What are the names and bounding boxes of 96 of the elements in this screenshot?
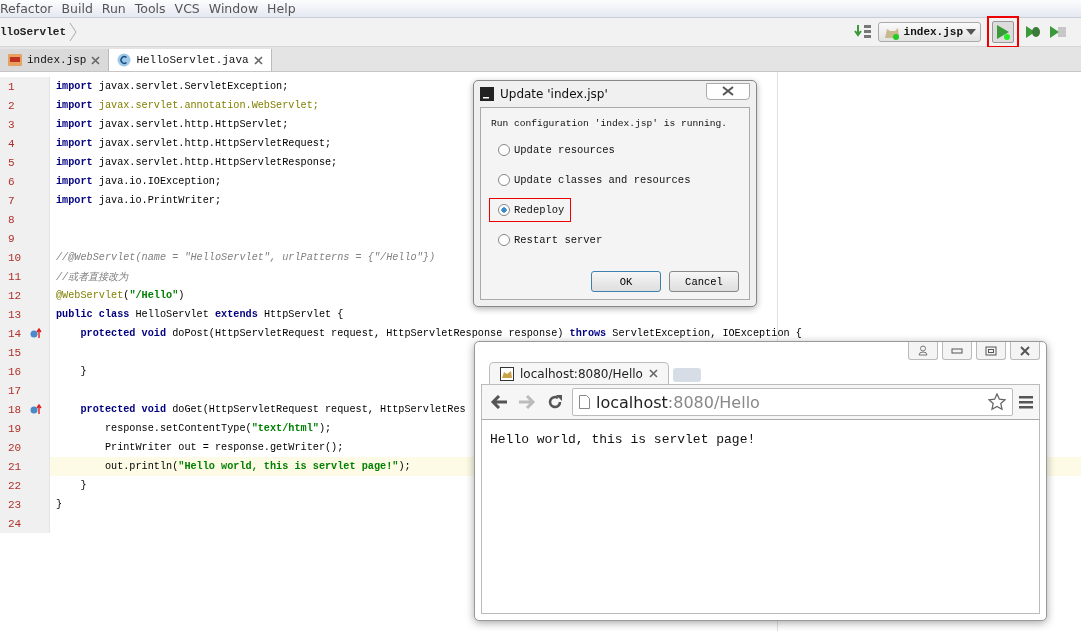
ok-button[interactable]: OK: [591, 271, 661, 292]
line-number: 12: [8, 289, 22, 302]
line-number: 2: [8, 99, 16, 112]
code-line: public class HelloServlet extends HttpServlet {: [55, 309, 344, 320]
code-line: //或者直接改为: [55, 270, 129, 284]
line-number: 4: [8, 137, 16, 150]
breadcrumb[interactable]: lloServlet: [0, 26, 66, 38]
line-number: 18: [8, 403, 22, 416]
line-number: 7: [8, 194, 16, 207]
radio-option[interactable]: Update classes and resources: [489, 168, 698, 192]
line-number: 17: [8, 384, 22, 397]
close-icon: [1019, 345, 1031, 356]
page-icon: [579, 395, 590, 409]
code-line: import javax.servlet.annotation.WebServlet;: [55, 100, 319, 111]
menu-item[interactable]: Help: [267, 0, 296, 17]
line-number: 1: [8, 80, 16, 93]
address-bar[interactable]: localhost:8080/Hello: [572, 388, 1013, 416]
radio-button[interactable]: [498, 204, 510, 216]
cancel-button[interactable]: Cancel: [669, 271, 739, 292]
radio-button[interactable]: [498, 174, 510, 186]
favicon-icon: [500, 366, 514, 381]
code-line: PrintWriter out = response.getWriter();: [103, 442, 344, 453]
menu-item[interactable]: VCS: [174, 0, 200, 17]
code-line: @WebServlet("/Hello"): [55, 290, 185, 301]
menu-icon[interactable]: [1019, 395, 1033, 409]
menu-item[interactable]: Build: [61, 0, 93, 17]
menu-item[interactable]: Run: [101, 0, 126, 17]
code-line: //@WebServlet(name = "HelloServlet", urlPatterns = {"/Hello"}): [55, 252, 436, 263]
dialog-title: Update 'index.jsp': [500, 87, 608, 101]
line-number: 16: [8, 365, 22, 378]
line-number: 14: [8, 327, 22, 340]
menu-item[interactable]: Window: [208, 0, 259, 17]
code-line: import java.io.PrintWriter;: [55, 195, 222, 206]
caret-icon: [966, 29, 976, 35]
maximize-button[interactable]: [976, 342, 1006, 360]
line-number: 9: [8, 232, 16, 245]
page-text: Hello world, this is servlet page!: [490, 432, 756, 447]
line-number: 5: [8, 156, 16, 169]
line-number: 22: [8, 479, 22, 492]
browser-tab[interactable]: localhost:8080/Hello: [489, 362, 669, 384]
star-icon[interactable]: [988, 393, 1006, 411]
code-line: import java.io.IOException;: [55, 176, 222, 187]
code-line: }: [55, 499, 63, 510]
maximize-icon: [985, 345, 997, 356]
jsp-file-icon: [8, 54, 22, 66]
sort-icon[interactable]: [853, 24, 872, 40]
radio-option[interactable]: Restart server: [489, 228, 610, 252]
line-number: 15: [8, 346, 22, 359]
radio-button[interactable]: [498, 234, 510, 246]
line-number: 6: [8, 175, 16, 188]
back-arrow-icon: [490, 395, 508, 409]
menu-item[interactable]: Refactor: [0, 0, 53, 17]
code-line: protected void doPost(HttpServletRequest request, HttpServletResponse response) throws ServletException, IOException {: [79, 328, 802, 339]
code-line: response.setContentType("text/html");: [103, 423, 332, 434]
close-button[interactable]: [1010, 342, 1040, 360]
radio-option[interactable]: Redeploy: [489, 198, 572, 222]
menu-item[interactable]: Tools: [134, 0, 166, 17]
line-number: 13: [8, 308, 22, 321]
line-number: 19: [8, 422, 22, 435]
radio-button[interactable]: [498, 144, 510, 156]
profile-button[interactable]: [908, 342, 938, 360]
close-icon: [721, 86, 735, 96]
code-line: import javax.servlet.ServletException;: [55, 81, 289, 92]
line-number: 20: [8, 441, 22, 454]
dialog-message: Run configuration 'index.jsp' is running.: [491, 118, 729, 129]
play-icon: [996, 24, 1010, 40]
close-icon[interactable]: [253, 55, 263, 65]
close-icon[interactable]: [649, 369, 658, 378]
code-line: import javax.servlet.http.HttpServletResponse;: [55, 157, 338, 168]
line-number: 24: [8, 517, 22, 530]
line-number: 3: [8, 118, 16, 131]
code-line: }: [79, 366, 87, 377]
close-icon[interactable]: [91, 55, 101, 65]
chevron-icon: [69, 22, 77, 42]
run-configuration-dropdown[interactable]: index.jsp: [877, 22, 981, 42]
reload-icon: [547, 394, 563, 410]
code-line: protected void doGet(HttpServletRequest request, HttpServletRes: [79, 404, 466, 415]
configuration-name: index.jsp: [903, 26, 963, 38]
line-number: 21: [8, 460, 22, 473]
code-line: }: [79, 480, 87, 491]
class-icon: [117, 53, 132, 67]
code-line: import javax.servlet.http.HttpServletRequest;: [55, 138, 332, 149]
code-line: import javax.servlet.http.HttpServlet;: [55, 119, 289, 130]
line-number: 10: [8, 251, 22, 264]
radio-option[interactable]: Update resources: [489, 138, 622, 162]
line-number: 8: [8, 213, 16, 226]
person-icon: [918, 345, 928, 356]
app-logo-icon: [480, 87, 494, 101]
editor-tab[interactable]: index.jsp: [0, 49, 110, 71]
line-number: 23: [8, 498, 22, 511]
code-line: out.println("Hello world, this is servlet page!");: [103, 461, 411, 472]
editor-tab[interactable]: HelloServlet.java: [109, 49, 272, 71]
minimize-icon: [951, 347, 963, 354]
close-button[interactable]: [706, 82, 750, 100]
forward-arrow-icon: [518, 395, 536, 409]
line-number: 11: [8, 270, 22, 283]
